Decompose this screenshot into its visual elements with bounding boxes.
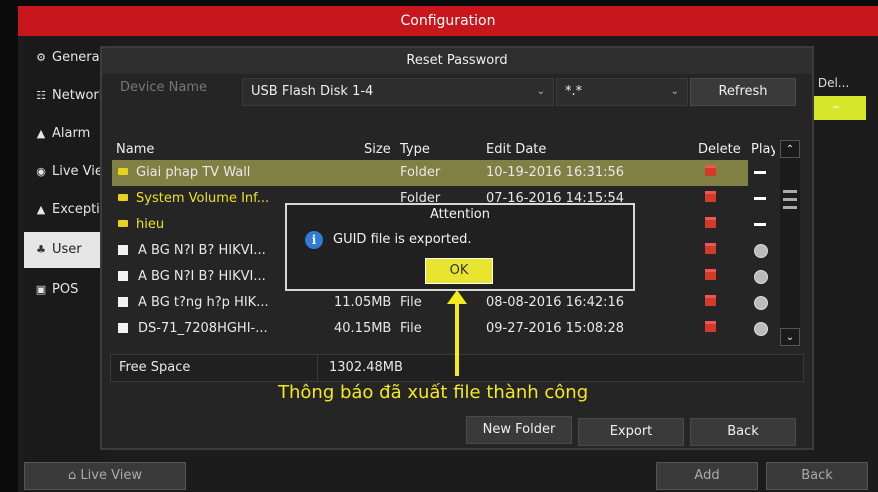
file-list-scrollbar[interactable]: ⌃ ⌄ bbox=[780, 140, 800, 346]
file-icon bbox=[118, 322, 128, 333]
device-select[interactable]: USB Flash Disk 1-4 ⌄ bbox=[242, 78, 554, 106]
live-view-button[interactable]: ⌂ Live View bbox=[24, 462, 186, 490]
sidebar-item-live-view[interactable]: ◉ Live View bbox=[24, 154, 108, 190]
table-row[interactable]: DS-71_7208HGHI-... 40.15MB File 09-27-20… bbox=[112, 316, 768, 342]
alarm-icon: ▲ bbox=[36, 127, 46, 140]
dash-icon bbox=[754, 197, 766, 200]
play-icon[interactable] bbox=[754, 243, 768, 258]
config-back-button[interactable]: Back bbox=[766, 462, 868, 490]
home-icon: ⌂ bbox=[68, 468, 81, 483]
sidebar-item-general[interactable]: ⚙ General bbox=[24, 40, 108, 76]
gear-icon: ⚙ bbox=[36, 51, 46, 64]
device-name-label: Device Name bbox=[120, 80, 207, 95]
col-edit-date[interactable]: Edit Date bbox=[486, 142, 546, 157]
col-size[interactable]: Size bbox=[364, 142, 391, 157]
scroll-thumb[interactable] bbox=[783, 190, 797, 193]
annotation-arrow bbox=[455, 302, 459, 376]
attention-message: GUID file is exported. bbox=[333, 232, 472, 247]
file-icon bbox=[118, 270, 128, 281]
table-row[interactable]: Giai phap TV Wall Folder 10-19-2016 16:3… bbox=[112, 160, 766, 186]
dialog-title: Reset Password bbox=[102, 48, 812, 74]
chevron-up-icon[interactable]: ⌃ bbox=[780, 140, 800, 158]
trash-icon[interactable] bbox=[705, 243, 716, 254]
file-filter-select[interactable]: *.* ⌄ bbox=[556, 78, 688, 106]
table-row[interactable]: A BG t?ng h?p HIK... 11.05MB File 08-08-… bbox=[112, 290, 768, 316]
sidebar-item-pos[interactable]: ▣ POS bbox=[24, 272, 108, 308]
trash-icon[interactable] bbox=[705, 191, 716, 202]
user-table-header: it Del... bbox=[806, 76, 850, 90]
refresh-button[interactable]: Refresh bbox=[690, 78, 796, 106]
play-icon[interactable] bbox=[754, 269, 768, 284]
warning-icon: ▲ bbox=[36, 203, 46, 216]
sidebar-item-alarm[interactable]: ▲ Alarm bbox=[24, 116, 108, 152]
sidebar-item-exception[interactable]: ▲Exception bbox=[24, 192, 108, 228]
chevron-down-icon: ⌄ bbox=[670, 86, 679, 97]
folder-icon bbox=[118, 194, 128, 201]
dash-icon bbox=[754, 171, 766, 174]
trash-icon[interactable] bbox=[705, 269, 716, 280]
attention-title: Attention bbox=[430, 207, 490, 222]
info-icon: i bbox=[305, 231, 323, 249]
ok-button[interactable]: OK bbox=[425, 258, 493, 284]
add-user-button[interactable]: Add bbox=[656, 462, 758, 490]
col-play: Play bbox=[751, 142, 775, 157]
configuration-title: Configuration bbox=[18, 6, 878, 36]
pos-icon: ▣ bbox=[35, 283, 47, 296]
chevron-down-icon: ⌄ bbox=[536, 86, 545, 97]
folder-icon bbox=[118, 168, 128, 175]
export-button[interactable]: Export bbox=[578, 418, 684, 446]
file-icon bbox=[118, 296, 128, 307]
attention-dialog: Attention i GUID file is exported. OK bbox=[285, 203, 635, 291]
col-delete: Delete bbox=[698, 142, 741, 157]
trash-icon[interactable] bbox=[705, 295, 716, 306]
new-folder-button[interactable]: New Folder bbox=[466, 416, 572, 444]
eye-icon: ◉ bbox=[36, 165, 46, 178]
sidebar: ⚙ General ☷ Network ▲ Alarm ◉ Live View ▲ Exc… bbox=[24, 40, 108, 490]
sidebar-item-network[interactable]: ☷ Network bbox=[24, 78, 108, 114]
network-icon: ☷ bbox=[36, 89, 46, 102]
trash-icon[interactable] bbox=[705, 165, 716, 176]
play-icon[interactable] bbox=[754, 321, 768, 336]
file-icon bbox=[118, 244, 128, 255]
sidebar-item-user[interactable]: ♣ User bbox=[24, 232, 108, 268]
annotation-caption: Thông báo đã xuất file thành công bbox=[278, 382, 589, 403]
trash-icon[interactable] bbox=[705, 321, 716, 332]
col-type[interactable]: Type bbox=[400, 142, 430, 157]
col-name[interactable]: Name bbox=[116, 142, 154, 157]
play-icon[interactable] bbox=[754, 295, 768, 310]
folder-icon bbox=[118, 220, 128, 227]
dash-icon bbox=[754, 223, 766, 226]
user-row-selected[interactable]: – bbox=[806, 96, 866, 120]
back-button[interactable]: Back bbox=[690, 418, 796, 446]
chevron-down-icon[interactable]: ⌄ bbox=[780, 328, 800, 346]
trash-icon[interactable] bbox=[705, 217, 716, 228]
users-icon: ♣ bbox=[36, 243, 46, 256]
